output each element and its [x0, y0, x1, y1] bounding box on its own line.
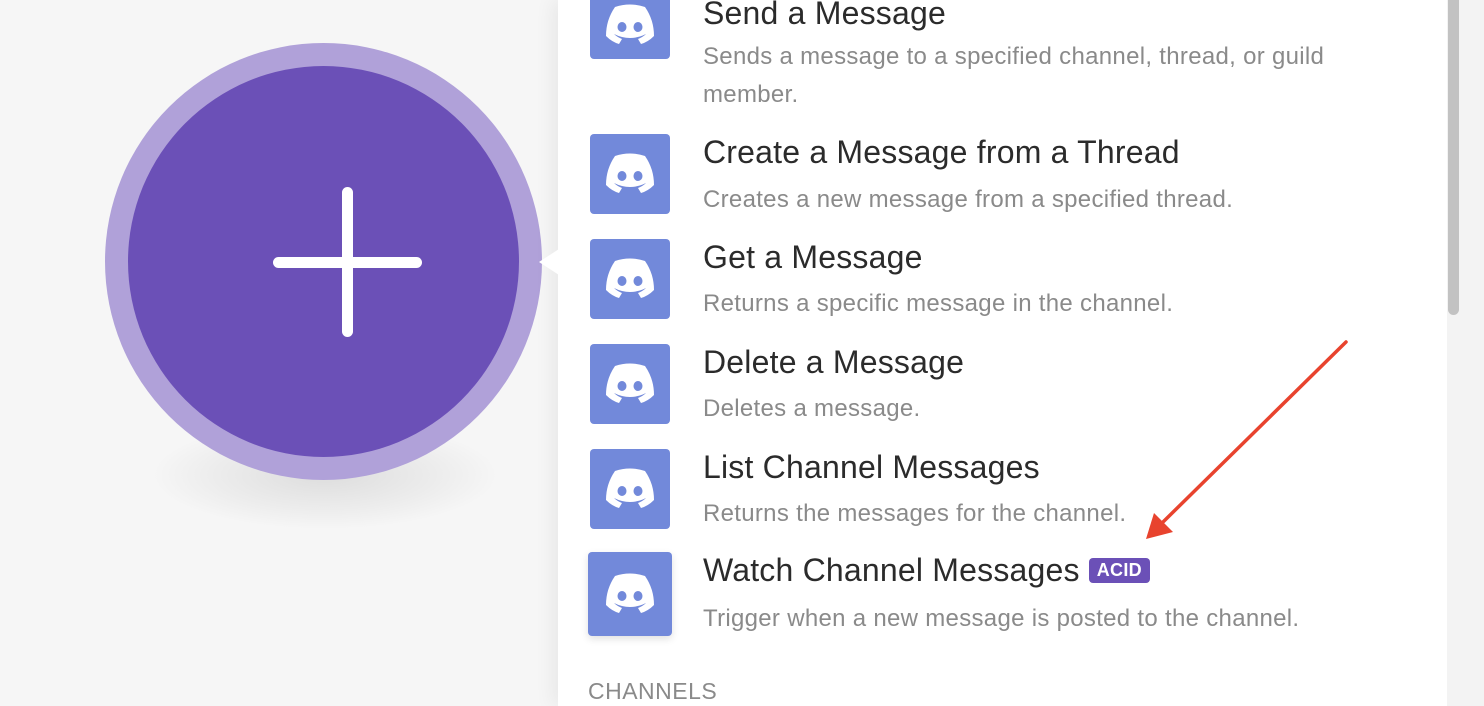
annotation-arrow-icon: [1146, 340, 1348, 539]
